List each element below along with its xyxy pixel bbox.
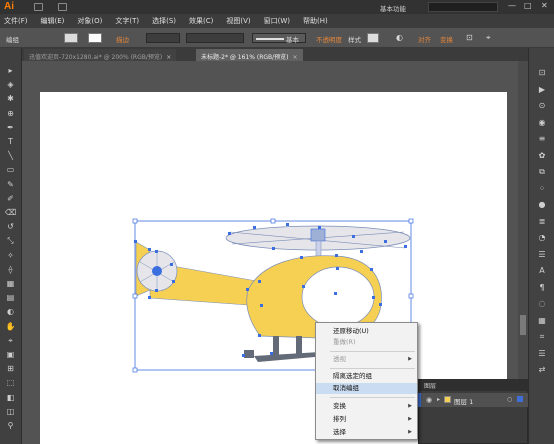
menu-item-label: 透视 (333, 355, 346, 363)
layer-name[interactable]: 图层 1 (454, 396, 473, 406)
scrollbar-thumb[interactable] (520, 315, 526, 335)
menu-item-select[interactable]: 选择 ▶ (316, 427, 417, 438)
menu-item-undo-move[interactable]: 还原移动(U) (316, 326, 417, 337)
panel-icon[interactable]: ▦ (537, 316, 547, 326)
menu-item-arrange[interactable]: 排列 ▶ (316, 414, 417, 425)
panel-icon[interactable]: ◌ (537, 299, 547, 309)
skid-strut[interactable] (273, 336, 279, 356)
submenu-arrow-icon: ▶ (408, 416, 412, 422)
selection-indicator[interactable] (517, 396, 523, 402)
menu-item-label: 选择 (333, 428, 346, 436)
menu-item-perspective: 透视 ▶ (316, 354, 417, 365)
submenu-arrow-icon: ▶ (408, 403, 412, 409)
layer-thumbnail (444, 396, 451, 403)
panel-icon[interactable]: ● (537, 200, 547, 210)
menu-item-isolate-group[interactable]: 隔离选定的组 (316, 371, 417, 382)
menu-separator (330, 368, 415, 369)
submenu-arrow-icon: ▶ (408, 356, 412, 362)
panel-icon[interactable]: ⧉ (537, 167, 547, 177)
panel-icon[interactable]: ≡ (537, 134, 547, 144)
menu-item-label: 排列 (333, 415, 346, 423)
panel-icon[interactable]: ▶ (537, 85, 547, 95)
eye-icon[interactable]: ◉ (426, 396, 432, 404)
menu-item-redo: 重做(R) (316, 337, 417, 348)
panel-icon[interactable]: ◔ (537, 233, 547, 243)
tail-rotor-hub (152, 266, 162, 276)
menu-item-label: 变换 (333, 402, 346, 410)
panel-icon[interactable]: ¶ (537, 283, 547, 293)
panel-icon[interactable]: ☰ (537, 349, 547, 359)
panel-icon[interactable]: ☰ (537, 250, 547, 260)
panel-icon[interactable]: ⌗ (537, 332, 547, 342)
menu-item-label: 还原移动(U) (333, 327, 369, 335)
cockpit-window[interactable] (301, 266, 375, 328)
menu-item-transform[interactable]: 变换 ▶ (316, 401, 417, 412)
menu-separator (330, 351, 415, 352)
rotor-mast[interactable] (315, 240, 322, 258)
target-icon[interactable]: ○ (507, 396, 512, 403)
rotor-hub[interactable] (310, 228, 326, 242)
menu-item-label: 取消编组 (333, 384, 359, 392)
menu-item-ungroup[interactable]: 取消编组 (316, 383, 417, 394)
layers-tab[interactable]: 图层 (424, 381, 436, 390)
panel-icon[interactable]: ⇄ (537, 365, 547, 375)
skid-strut[interactable] (296, 336, 302, 354)
panel-icon[interactable]: ✿ (537, 151, 547, 161)
artwork-layer (132, 218, 414, 373)
panel-icon[interactable]: A (537, 266, 547, 276)
context-menu: 还原移动(U) 重做(R) 透视 ▶ 隔离选定的组 取消编组 变换 ▶ 排列 ▶ 选择… (315, 322, 418, 440)
panel-icon[interactable]: ≣ (537, 217, 547, 227)
skid-front[interactable] (244, 350, 254, 358)
panel-icon[interactable]: ⁘ (537, 184, 547, 194)
panel-icon[interactable]: ◉ (537, 118, 547, 128)
panel-icon[interactable]: ⊙ (537, 101, 547, 111)
menu-item-label: 隔离选定的组 (333, 372, 372, 380)
panel-icon[interactable]: ⊡ (537, 68, 547, 78)
layer-color-indicator (418, 393, 421, 407)
menu-item-label: 重做(R) (333, 338, 356, 346)
submenu-arrow-icon: ▶ (408, 429, 412, 435)
menu-separator (330, 397, 415, 398)
expand-arrow-icon[interactable]: ▸ (437, 396, 440, 403)
